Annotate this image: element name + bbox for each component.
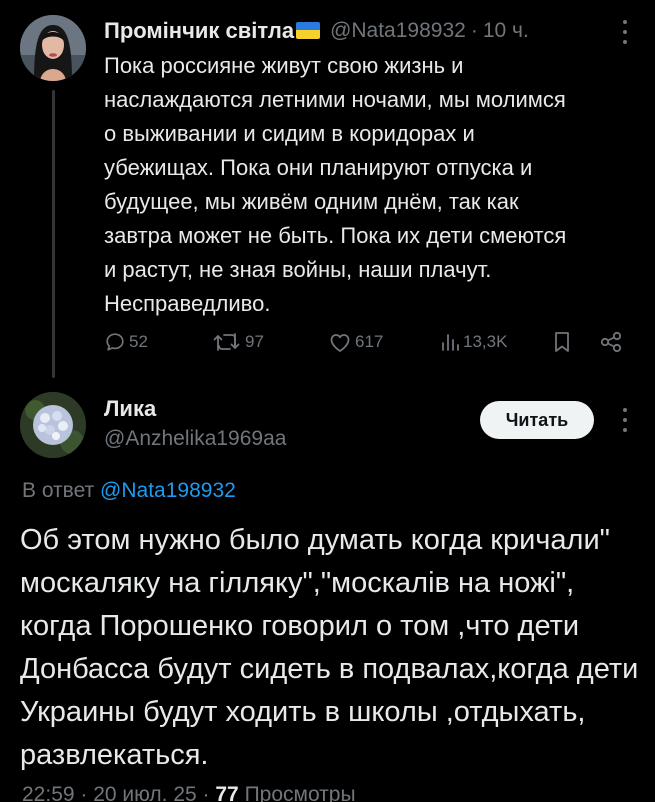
reply-views-label: Просмотры xyxy=(238,783,356,802)
ukraine-flag-icon xyxy=(296,21,321,39)
bookmark-icon xyxy=(555,332,569,352)
share-icon xyxy=(600,331,622,353)
reply-author-name[interactable]: Лика xyxy=(104,396,156,422)
repost-button[interactable]: 97 xyxy=(212,327,264,357)
repost-count: 97 xyxy=(245,332,264,351)
reply-meta: 22:59 · 20 июл. 25 · 77 Просмотры xyxy=(22,783,356,802)
bookmark-button[interactable] xyxy=(552,327,572,357)
reply-to-prefix: В ответ xyxy=(22,479,95,502)
tweet-text: Пока россияне живут свою жизнь и наслажд… xyxy=(104,53,567,316)
avatar[interactable] xyxy=(20,15,86,81)
flower-avatar-icon xyxy=(20,392,86,458)
author-handle[interactable]: @Nata198932 xyxy=(330,19,466,43)
like-icon xyxy=(330,334,350,352)
separator-dot: · xyxy=(470,19,478,42)
tweet-actions: 52 97 617 13,3K xyxy=(104,327,634,357)
reply-icon xyxy=(106,333,124,351)
repost-icon xyxy=(213,333,240,351)
reply-text: Об этом нужно было думать когда кричали"… xyxy=(20,524,639,771)
avatar[interactable] xyxy=(20,392,86,458)
more-icon[interactable] xyxy=(621,408,629,432)
more-icon[interactable] xyxy=(621,20,629,44)
tweet-header: Промінчик світла @Nata198932 · 10 ч. xyxy=(104,14,635,48)
reply-timestamp[interactable]: 22:59 · 20 июл. 25 · xyxy=(22,783,215,802)
views-button[interactable]: 13,3K xyxy=(440,327,507,357)
avatar-photo-icon xyxy=(20,15,86,81)
follow-button[interactable]: Читать xyxy=(480,401,594,439)
reply-views-count: 77 xyxy=(215,783,239,802)
timestamp[interactable]: 10 ч. xyxy=(483,19,529,43)
original-tweet[interactable]: Промінчик світла @Nata198932 · 10 ч. Пок… xyxy=(0,0,655,378)
reply-to-line: В ответ @Nata198932 xyxy=(22,479,236,503)
reply-author-handle[interactable]: @Anzhelika1969aa xyxy=(104,427,286,451)
reply-count: 52 xyxy=(129,332,148,351)
x-thread-view: Промінчик світла @Nata198932 · 10 ч. Пок… xyxy=(0,0,655,802)
views-icon xyxy=(442,334,459,351)
author-name[interactable]: Промінчик світла xyxy=(104,18,294,44)
reply-to-handle-link[interactable]: @Nata198932 xyxy=(100,479,236,502)
like-button[interactable]: 617 xyxy=(328,327,383,357)
thread-connector-line xyxy=(52,90,55,378)
reply-button[interactable]: 52 xyxy=(104,327,148,357)
like-count: 617 xyxy=(355,332,384,351)
share-button[interactable] xyxy=(598,327,624,357)
views-count: 13,3K xyxy=(463,332,508,351)
